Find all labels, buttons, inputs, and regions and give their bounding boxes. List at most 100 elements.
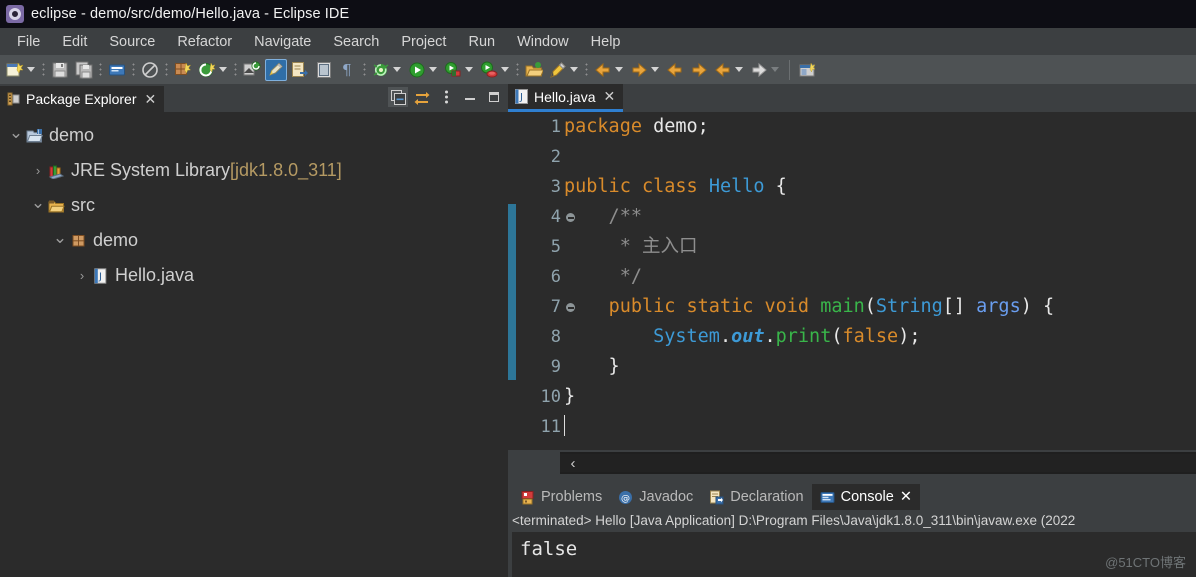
menu-item-help[interactable]: Help [580,32,632,52]
menu-item-search[interactable]: Search [322,32,390,52]
no-build-icon[interactable] [139,59,161,81]
run-icon[interactable] [406,59,428,81]
debug-dropdown-icon[interactable] [393,67,401,72]
code-line[interactable] [564,142,1196,172]
forward-nav-icon[interactable] [748,59,770,81]
open-resource-icon[interactable] [523,59,545,81]
forward-small-icon[interactable] [688,59,710,81]
code-line[interactable]: package demo; [564,112,1196,142]
tree-item-src[interactable]: ⌄ src [0,188,508,223]
close-icon[interactable]: ✕ [900,489,912,505]
svg-text:@: @ [621,494,630,504]
link-with-editor-icon[interactable] [412,87,432,107]
code-token: out [731,326,765,347]
show-whitespace-icon[interactable]: ¶ [337,59,359,81]
menu-item-file[interactable]: File [6,32,51,52]
back-nav-icon[interactable] [712,59,734,81]
toggle-mark-occurrences-icon[interactable] [265,58,287,81]
close-icon[interactable]: ✕ [145,91,157,108]
menu-item-refactor[interactable]: Refactor [166,32,243,52]
menu-item-navigate[interactable]: Navigate [243,32,322,52]
editor-horizontal-scrollbar[interactable]: ‹ [508,450,1196,474]
tree-item-hello-java[interactable]: › J Hello.java [0,258,508,293]
scroll-left-icon[interactable]: ‹ [564,454,582,472]
package-icon [68,233,88,248]
chevron-down-icon[interactable]: ⌄ [30,194,46,211]
code-line[interactable] [564,412,1196,442]
next-annotation-icon[interactable] [289,59,311,81]
maximize-view-icon[interactable] [484,87,504,107]
code-text[interactable]: package demo; public class Hello { /** * … [564,112,1196,450]
code-line[interactable]: * 主入口 [564,232,1196,262]
code-line[interactable]: */ [564,262,1196,292]
save-icon[interactable] [49,59,71,81]
menu-item-project[interactable]: Project [390,32,457,52]
tab-javadoc[interactable]: @ Javadoc [610,484,701,510]
code-line[interactable]: public static void main(String[] args) { [564,292,1196,322]
new-java-package-icon[interactable] [172,59,194,81]
coverage-dropdown-icon[interactable] [501,67,509,72]
code-token: print [775,326,832,347]
chevron-down-icon[interactable]: ⌄ [8,124,24,141]
tab-hello-java[interactable]: J Hello.java ✕ [508,84,624,112]
annotation-ruler[interactable] [508,112,516,450]
pencil-edit-icon[interactable] [547,59,569,81]
new-java-class-icon[interactable] [196,59,218,81]
tree-item-jre-system-library[interactable]: › JRE System Library [jdk1.8.0_311] [0,153,508,188]
annotation-highlight [508,204,516,380]
view-menu-icon[interactable] [436,87,456,107]
console-output-area[interactable]: false [512,532,1196,577]
project-tree[interactable]: ⌄ Jdemo › JRE System Library [jdk1.8.0_311]… [0,112,508,577]
last-edit-location-icon[interactable] [313,59,335,81]
run-dropdown-icon[interactable] [429,67,437,72]
pencil-edit-dropdown-icon[interactable] [570,67,578,72]
save-all-icon[interactable] [73,59,95,81]
tab-declaration[interactable]: Declaration [701,484,811,510]
code-line[interactable]: } [564,382,1196,412]
open-type-icon[interactable] [241,59,263,81]
scrollbar-thumb[interactable] [560,454,1196,472]
code-line[interactable]: System.out.print(false); [564,322,1196,352]
new-wizard-dropdown-icon[interactable] [27,67,35,72]
menu-item-source[interactable]: Source [98,32,166,52]
tab-console[interactable]: Console ✕ [811,484,920,510]
code-token: */ [564,266,642,287]
chevron-right-icon[interactable]: › [30,163,46,178]
open-perspective-icon[interactable] [797,59,819,81]
next-annotation-2-icon[interactable] [628,59,650,81]
chevron-down-icon[interactable]: ⌄ [52,229,68,246]
previous-annotation-dropdown-icon[interactable] [615,67,623,72]
previous-annotation-icon[interactable] [592,59,614,81]
menu-item-edit[interactable]: Edit [51,32,98,52]
coverage-icon[interactable] [478,59,500,81]
run-external-tools-icon[interactable] [442,59,464,81]
code-token: Hello [708,176,765,197]
code-editor[interactable]: 1 2 3 4 5 6 7 8 9 10 11 package demo; public class … [508,112,1196,450]
forward-nav-dropdown-icon[interactable] [771,67,779,72]
new-java-class-dropdown-icon[interactable] [219,67,227,72]
new-wizard-icon[interactable] [4,59,26,81]
debug-icon[interactable] [370,59,392,81]
collapse-all-icon[interactable] [388,87,408,107]
back-icon[interactable] [664,59,686,81]
code-line[interactable]: } [564,352,1196,382]
tree-item-demo[interactable]: ⌄ demo [0,223,508,258]
code-token: ) { [1020,296,1055,317]
run-external-tools-dropdown-icon[interactable] [465,67,473,72]
menu-item-run[interactable]: Run [457,32,506,52]
tab-package-explorer[interactable]: Package Explorer ✕ [0,86,165,112]
tab-problems[interactable]: Problems [512,484,610,510]
code-token: ( [831,326,843,347]
code-line[interactable]: /** [564,202,1196,232]
menu-item-window[interactable]: Window [506,32,580,52]
close-icon[interactable]: ✕ [603,88,615,105]
chevron-right-icon[interactable]: › [74,268,90,283]
print-icon[interactable] [106,59,128,81]
next-annotation-2-dropdown-icon[interactable] [651,67,659,72]
minimize-view-icon[interactable] [460,87,480,107]
tree-item-demo[interactable]: ⌄ Jdemo [0,118,508,153]
code-token: public [564,176,631,197]
back-nav-dropdown-icon[interactable] [735,67,743,72]
code-line[interactable]: public class Hello { [564,172,1196,202]
